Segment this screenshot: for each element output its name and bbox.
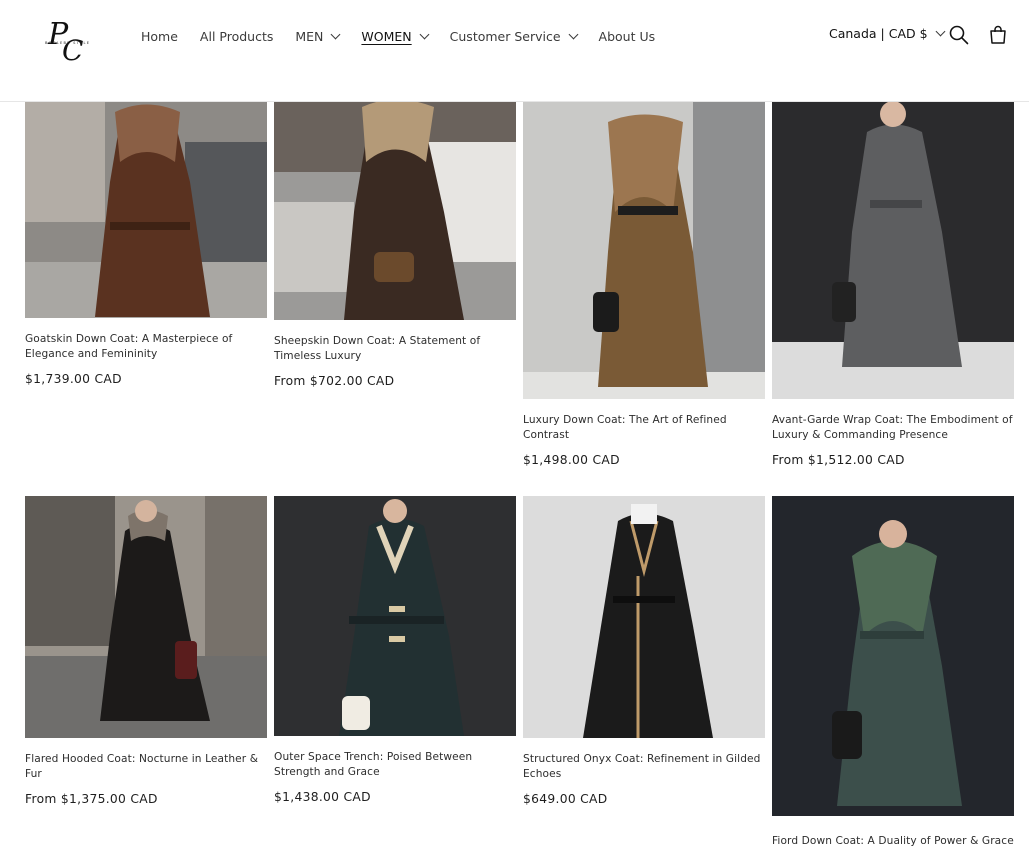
product-price: $1,498.00 CAD	[523, 453, 620, 467]
product-title[interactable]: Fiord Down Coat: A Duality of Power & Gr…	[772, 834, 1014, 849]
chevron-down-icon	[330, 29, 341, 39]
product-price: $1,438.00 CAD	[274, 790, 371, 804]
product-price: From $702.00 CAD	[274, 374, 395, 388]
cart-icon	[990, 25, 1006, 44]
brand-logo[interactable]: P C BOGLEBE STYLE	[42, 12, 92, 67]
product-card[interactable]: Outer Space Trench: Poised Between Stren…	[274, 496, 516, 804]
product-image[interactable]	[25, 102, 267, 318]
product-image[interactable]	[274, 102, 516, 320]
product-image[interactable]	[772, 102, 1014, 399]
site-header: P C BOGLEBE STYLE Home All Products MEN …	[0, 0, 1029, 102]
nav-men-label: MEN	[295, 28, 324, 44]
search-icon	[949, 25, 969, 45]
product-card[interactable]: Fiord Down Coat: A Duality of Power & Gr…	[772, 496, 1014, 849]
product-title[interactable]: Luxury Down Coat: The Art of Refined Con…	[523, 413, 765, 443]
product-image[interactable]	[523, 102, 765, 399]
product-card[interactable]: Luxury Down Coat: The Art of Refined Con…	[523, 102, 765, 467]
nav-all-products[interactable]: All Products	[200, 29, 273, 44]
nav-home-label: Home	[141, 28, 178, 44]
search-button[interactable]	[948, 24, 970, 46]
nav-women-label: WOMEN	[361, 28, 412, 44]
product-price: $1,739.00 CAD	[25, 372, 122, 386]
nav-home[interactable]: Home	[141, 29, 178, 44]
product-price: From $1,375.00 CAD	[25, 792, 158, 806]
nav-men[interactable]: MEN	[295, 28, 341, 44]
nav-customer-service[interactable]: Customer Service	[449, 28, 578, 44]
product-title[interactable]: Outer Space Trench: Poised Between Stren…	[274, 750, 516, 780]
nav-about-us-label: About Us	[598, 28, 656, 44]
product-card[interactable]: Structured Onyx Coat: Refinement in Gild…	[523, 496, 765, 806]
product-title[interactable]: Goatskin Down Coat: A Masterpiece of Ele…	[25, 332, 267, 362]
product-title[interactable]: Avant-Garde Wrap Coat: The Embodiment of…	[772, 413, 1014, 443]
product-title[interactable]: Flared Hooded Coat: Nocturne in Leather …	[25, 752, 267, 782]
product-card[interactable]: Goatskin Down Coat: A Masterpiece of Ele…	[25, 102, 267, 386]
nav-women[interactable]: WOMEN	[361, 28, 430, 44]
locale-selector[interactable]: Canada | CAD $	[829, 26, 946, 41]
product-image[interactable]	[274, 496, 516, 736]
locale-label: Canada | CAD $	[829, 26, 928, 41]
nav-all-products-label: All Products	[199, 28, 274, 44]
chevron-down-icon	[935, 26, 946, 37]
product-image[interactable]	[523, 496, 765, 738]
main-nav: Home All Products MEN WOMEN Customer Ser…	[141, 26, 677, 46]
chevron-down-icon	[419, 29, 430, 39]
product-card[interactable]: Sheepskin Down Coat: A Statement of Time…	[274, 102, 516, 388]
product-image[interactable]	[772, 496, 1014, 816]
product-card[interactable]: Avant-Garde Wrap Coat: The Embodiment of…	[772, 102, 1014, 467]
nav-about-us[interactable]: About Us	[599, 29, 656, 44]
product-card[interactable]: Flared Hooded Coat: Nocturne in Leather …	[25, 496, 267, 806]
nav-customer-service-label: Customer Service	[449, 28, 561, 44]
product-price: From $1,512.00 CAD	[772, 453, 905, 467]
product-title[interactable]: Sheepskin Down Coat: A Statement of Time…	[274, 334, 516, 364]
product-price: $649.00 CAD	[523, 792, 608, 806]
chevron-down-icon	[568, 29, 578, 39]
product-title[interactable]: Structured Onyx Coat: Refinement in Gild…	[523, 752, 765, 782]
svg-text:C: C	[62, 34, 83, 66]
product-image[interactable]	[25, 496, 267, 738]
cart-button[interactable]	[987, 24, 1009, 46]
